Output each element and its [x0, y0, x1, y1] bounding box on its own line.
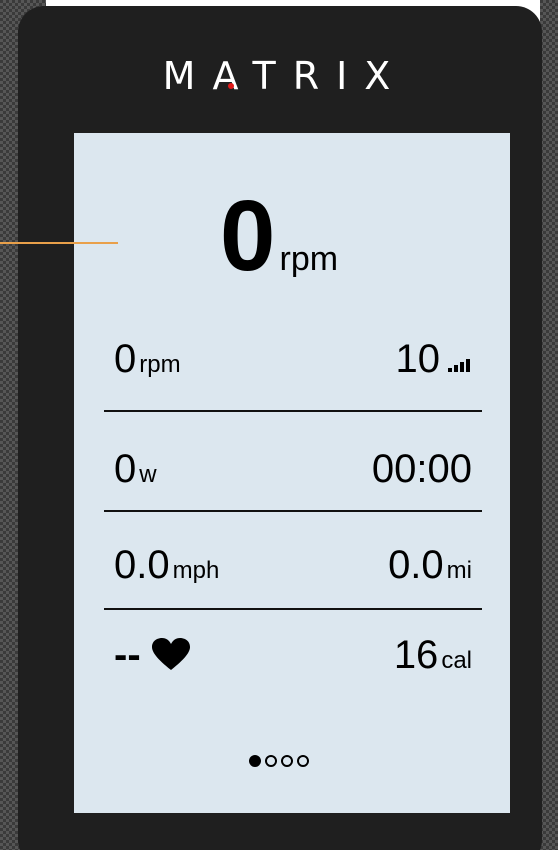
level-value: 10 — [395, 337, 441, 381]
distance-unit: mi — [446, 557, 472, 584]
page-dot[interactable] — [249, 755, 261, 767]
cadence-unit: rpm — [139, 351, 181, 378]
page-dot[interactable] — [265, 755, 277, 767]
speed-value: 0.0 — [114, 543, 170, 587]
carbon-trim-right — [540, 0, 558, 850]
metric-row-speed-distance: 0.0 mph 0.0 mi — [104, 542, 482, 598]
primary-metric-unit: rpm — [279, 240, 339, 278]
time-metric: 00:00 — [372, 445, 472, 502]
page-dot[interactable] — [297, 755, 309, 767]
heart-rate-metric: -- — [114, 631, 191, 688]
distance-value: 0.0 — [388, 543, 444, 587]
cadence-metric: 0 rpm — [114, 335, 181, 392]
metric-row-watts-time: 0w 00:00 — [104, 446, 482, 502]
calories-value: 16 — [393, 633, 439, 677]
brand-logo: MATRIX — [162, 54, 408, 98]
metric-row-heartrate-calories: -- 16 cal — [104, 632, 482, 688]
resistance-level-icon — [448, 344, 472, 392]
level-metric: 10 — [396, 335, 473, 392]
page-indicator[interactable] — [0, 752, 558, 771]
calories-metric: 16 cal — [394, 631, 472, 688]
calories-unit: cal — [441, 647, 472, 674]
cadence-value: 0 — [114, 337, 137, 381]
watts-unit: w — [139, 461, 157, 488]
watts-value: 0 — [114, 447, 137, 491]
time-value: 00:00 — [371, 447, 472, 491]
console: MATRIX 0 rpm 0 rpm 10 0w 00:00 0.0 mph 0.0 m… — [0, 0, 558, 850]
page-dot[interactable] — [281, 755, 293, 767]
watts-metric: 0w — [114, 445, 157, 502]
primary-metric: 0 rpm — [0, 186, 558, 286]
row-divider — [104, 510, 482, 512]
speed-metric: 0.0 mph — [114, 541, 219, 598]
heart-icon — [151, 638, 190, 670]
primary-metric-value: 0 — [219, 180, 276, 292]
metric-row-cadence-level: 0 rpm 10 — [104, 336, 482, 392]
row-divider — [104, 608, 482, 610]
logo-accent-dot — [228, 83, 234, 89]
heart-rate-value: -- — [114, 633, 141, 677]
speed-unit: mph — [172, 557, 220, 584]
distance-metric: 0.0 mi — [388, 541, 472, 598]
row-divider — [104, 410, 482, 412]
